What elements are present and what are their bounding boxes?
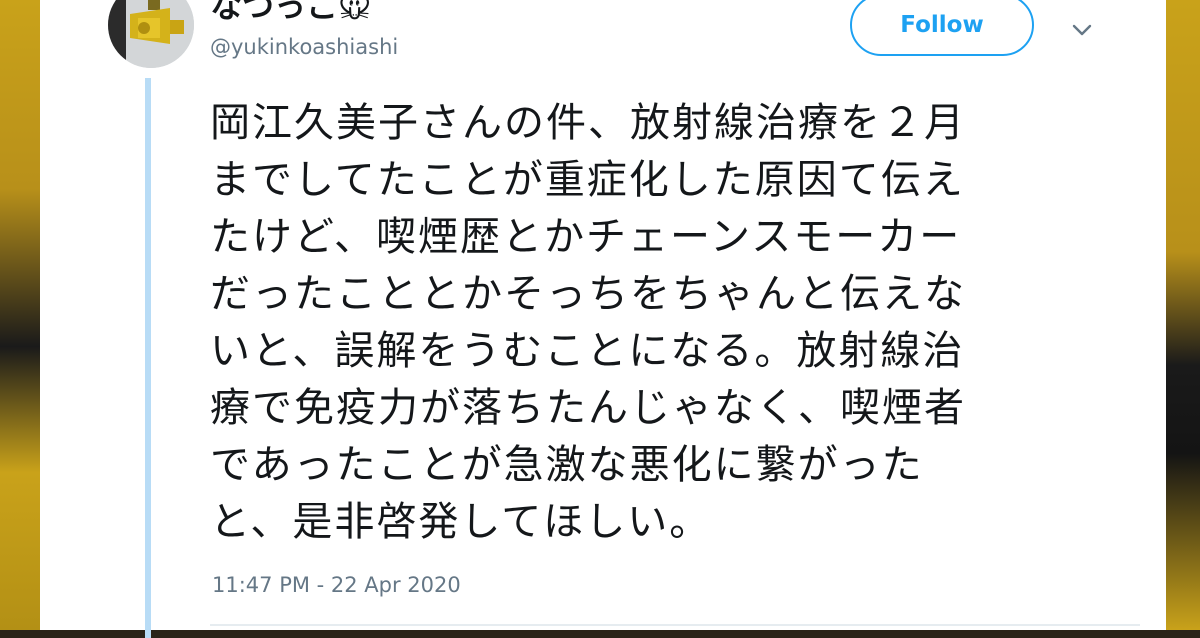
tweet-text: 岡江久美子さんの件、放射線治療を２月 までしてたことが重症化した原因て伝え たけ…	[210, 95, 1090, 551]
tweet-text-line: 岡江久美子さんの件、放射線治療を２月	[210, 100, 966, 146]
follow-button[interactable]: Follow	[850, 0, 1034, 56]
tweet-text-line: たけど、喫煙歴とかチェーンスモーカー	[210, 214, 962, 260]
display-name[interactable]: なつっこ🐭	[210, 0, 371, 26]
chevron-down-icon[interactable]	[1070, 20, 1094, 40]
tweet-card: なつっこ🐭 @yukinkoashiashi Follow 岡江久美子さんの件、…	[40, 0, 1166, 638]
background-strip-left	[0, 0, 40, 630]
tweet-timestamp[interactable]: 11:47 PM - 22 Apr 2020	[212, 573, 461, 597]
tweet-text-line: だったこととかそっちをちゃんと伝えな	[210, 271, 966, 317]
tweet-text-line: と、是非啓発してほしい。	[210, 499, 712, 545]
background-strip-right	[1166, 0, 1200, 630]
tweet-text-line: であったことが急激な悪化に繋がった	[210, 442, 924, 488]
tweet-text-line: いと、誤解をうむことになる。放射線治	[210, 328, 965, 374]
avatar-image	[108, 0, 194, 68]
tweet-text-line: 療で免疫力が落ちたんじゃなく、喫煙者	[210, 385, 966, 431]
tweet-text-line: までしてたことが重症化した原因て伝え	[210, 157, 965, 203]
user-handle[interactable]: @yukinkoashiashi	[210, 34, 398, 60]
divider	[210, 624, 1140, 626]
avatar[interactable]	[108, 0, 194, 68]
thread-line	[145, 78, 151, 638]
